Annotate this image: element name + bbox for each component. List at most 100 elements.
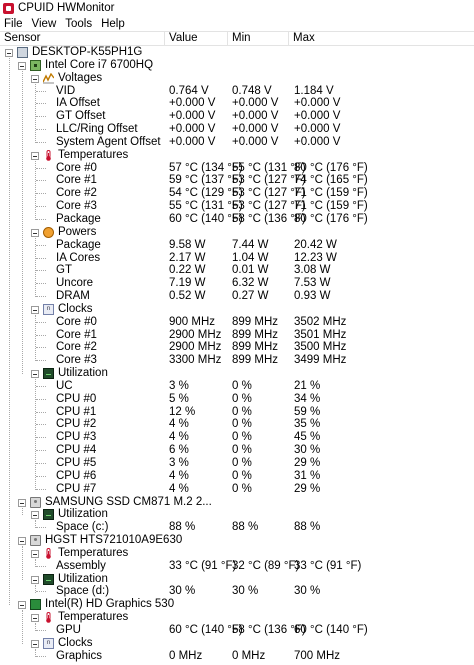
tree-row[interactable]: GPU 60 °C (140 °F) 58 °C (136 °F) 60 °C (14…: [0, 624, 474, 637]
tree-row[interactable]: CPU #6 4 % 0 % 31 %: [0, 470, 474, 483]
tree-guide: [35, 623, 36, 632]
tree-node[interactable]: Intel(R) HD Graphics 530: [0, 598, 474, 611]
tree-row[interactable]: CPU #3 4 % 0 % 45 %: [0, 431, 474, 444]
column-min[interactable]: Min: [228, 32, 289, 46]
tree-node[interactable]: Temperatures: [0, 149, 474, 162]
tree-connector: [36, 527, 46, 529]
tree-guide: [22, 610, 23, 644]
sensor-max: 30 %: [294, 444, 321, 457]
tree-node[interactable]: Utilization: [0, 367, 474, 380]
sensor-min: 0 %: [232, 418, 252, 431]
menu-bar: File View Tools Help: [0, 16, 474, 31]
tree-row[interactable]: GT Offset +0.000 V +0.000 V +0.000 V: [0, 110, 474, 123]
menu-help[interactable]: Help: [97, 18, 130, 30]
collapse-toggle[interactable]: [31, 228, 39, 237]
tree-row[interactable]: CPU #2 4 % 0 % 35 %: [0, 418, 474, 431]
menu-file[interactable]: File: [0, 18, 28, 30]
tree-node[interactable]: Voltages: [0, 72, 474, 85]
sensor-label: CPU #7: [56, 482, 97, 495]
tree-node[interactable]: n Clocks: [0, 303, 474, 316]
tree-row[interactable]: Core #2 54 °C (129 °F) 53 °C (127 °F) 71 °C…: [0, 187, 474, 200]
tree-connector: [36, 334, 46, 336]
column-max[interactable]: Max: [289, 32, 474, 46]
sensor-max: 3500 MHz: [294, 341, 347, 354]
column-value[interactable]: Value: [165, 32, 228, 46]
tree-row[interactable]: Core #1 59 °C (137 °F) 53 °C (127 °F) 74 °C…: [0, 174, 474, 187]
collapse-toggle[interactable]: [31, 151, 39, 160]
collapse-toggle[interactable]: [18, 537, 26, 546]
collapse-toggle[interactable]: [31, 549, 39, 558]
tree-row[interactable]: Core #3 3300 MHz 899 MHz 3499 MHz: [0, 354, 474, 367]
collapse-toggle[interactable]: [5, 49, 13, 57]
tree-connector: [36, 206, 46, 208]
tree-row[interactable]: CPU #7 4 % 0 % 29 %: [0, 483, 474, 496]
collapse-toggle[interactable]: [31, 639, 39, 648]
tree-row[interactable]: CPU #4 6 % 0 % 30 %: [0, 444, 474, 457]
tree-row[interactable]: Space (d:) 30 % 30 % 30 %: [0, 585, 474, 598]
node-label: Intel Core i7 6700HQ: [45, 58, 154, 71]
tree-guide: [22, 70, 23, 375]
tree-row[interactable]: Package 9.58 W 7.44 W 20.42 W: [0, 239, 474, 252]
menu-view[interactable]: View: [28, 18, 62, 30]
tree-row[interactable]: Space (c:) 88 % 88 % 88 %: [0, 521, 474, 534]
menu-tools[interactable]: Tools: [61, 18, 97, 30]
tree-row[interactable]: VID 0.764 V 0.748 V 1.184 V: [0, 85, 474, 98]
tree-row[interactable]: Core #0 57 °C (134 °F) 55 °C (131 °F) 80 °C…: [0, 162, 474, 175]
tree-row[interactable]: CPU #0 5 % 0 % 34 %: [0, 393, 474, 406]
tree-row[interactable]: System Agent Offset +0.000 V +0.000 V +0.00…: [0, 136, 474, 149]
tree-row[interactable]: Core #1 2900 MHz 899 MHz 3501 MHz: [0, 329, 474, 342]
tree-node[interactable]: DESKTOP-K55PH1G: [0, 46, 474, 59]
tree-node[interactable]: Intel Core i7 6700HQ: [0, 59, 474, 72]
tree-row[interactable]: Package 60 °C (140 °F) 58 °C (136 °F) 80 °C…: [0, 213, 474, 226]
sensor-value: 6 %: [169, 444, 189, 457]
tree-guide: [35, 379, 36, 490]
collapse-toggle[interactable]: [31, 575, 39, 584]
sensor-tree[interactable]: DESKTOP-K55PH1G Intel Core i7 6700HQ Volta…: [0, 46, 474, 665]
sensor-min: 0 MHz: [232, 649, 266, 662]
sensor-value: 4 %: [169, 431, 189, 444]
collapse-toggle[interactable]: [31, 614, 39, 623]
sensor-min: +0.000 V: [232, 135, 279, 148]
tree-row[interactable]: CPU #5 3 % 0 % 29 %: [0, 457, 474, 470]
tree-row[interactable]: Uncore 7.19 W 6.32 W 7.53 W: [0, 277, 474, 290]
tree-row[interactable]: Core #0 900 MHz 899 MHz 3502 MHz: [0, 316, 474, 329]
collapse-toggle[interactable]: [31, 74, 39, 83]
tree-node[interactable]: SAMSUNG SSD CM871 M.2 2...: [0, 496, 474, 509]
tree-row[interactable]: UC 3 % 0 % 21 %: [0, 380, 474, 393]
tree-row[interactable]: Core #3 55 °C (131 °F) 53 °C (127 °F) 71 °C…: [0, 200, 474, 213]
tree-row[interactable]: GT 0.22 W 0.01 W 3.08 W: [0, 264, 474, 277]
tree-node[interactable]: Temperatures: [0, 547, 474, 560]
tree-row[interactable]: DRAM 0.52 W 0.27 W 0.93 W: [0, 290, 474, 303]
collapse-toggle[interactable]: [18, 601, 26, 610]
tree-row[interactable]: Core #2 2900 MHz 899 MHz 3500 MHz: [0, 341, 474, 354]
sensor-value: 88 %: [169, 521, 196, 534]
tree-row[interactable]: Graphics 0 MHz 0 MHz 700 MHz: [0, 650, 474, 663]
tree-connector: [36, 488, 46, 490]
sensor-max: 34 %: [294, 392, 321, 405]
sensor-max: 3.08 W: [294, 264, 331, 277]
tree-row[interactable]: CPU #1 12 % 0 % 59 %: [0, 406, 474, 419]
tree-connector: [36, 360, 46, 362]
tree-connector: [36, 141, 46, 143]
tree-node[interactable]: n Clocks: [0, 637, 474, 650]
tree-row[interactable]: LLC/Ring Offset +0.000 V +0.000 V +0.000 V: [0, 123, 474, 136]
collapse-toggle[interactable]: [18, 61, 26, 70]
collapse-toggle[interactable]: [31, 511, 39, 520]
cpu-icon: [30, 59, 41, 71]
tree-node[interactable]: Utilization: [0, 573, 474, 586]
collapse-toggle[interactable]: [31, 305, 39, 314]
tree-node[interactable]: Temperatures: [0, 611, 474, 624]
collapse-toggle[interactable]: [18, 498, 26, 507]
tree-row[interactable]: Assembly 33 °C (91 °F) 32 °C (89 °F) 33 °C …: [0, 560, 474, 573]
tree-row[interactable]: IA Cores 2.17 W 1.04 W 12.23 W: [0, 252, 474, 265]
tree-node[interactable]: Utilization: [0, 508, 474, 521]
collapse-toggle[interactable]: [31, 370, 39, 379]
tree-node[interactable]: HGST HTS721010A9E630: [0, 534, 474, 547]
tree-node[interactable]: Powers: [0, 226, 474, 239]
tree-row[interactable]: IA Offset +0.000 V +0.000 V +0.000 V: [0, 97, 474, 110]
node-label: Voltages: [58, 71, 103, 84]
sensor-max: 59 %: [294, 405, 321, 418]
column-sensor[interactable]: Sensor: [0, 32, 165, 46]
sensor-max: 35 %: [294, 418, 321, 431]
sensor-label: DRAM: [56, 290, 90, 303]
